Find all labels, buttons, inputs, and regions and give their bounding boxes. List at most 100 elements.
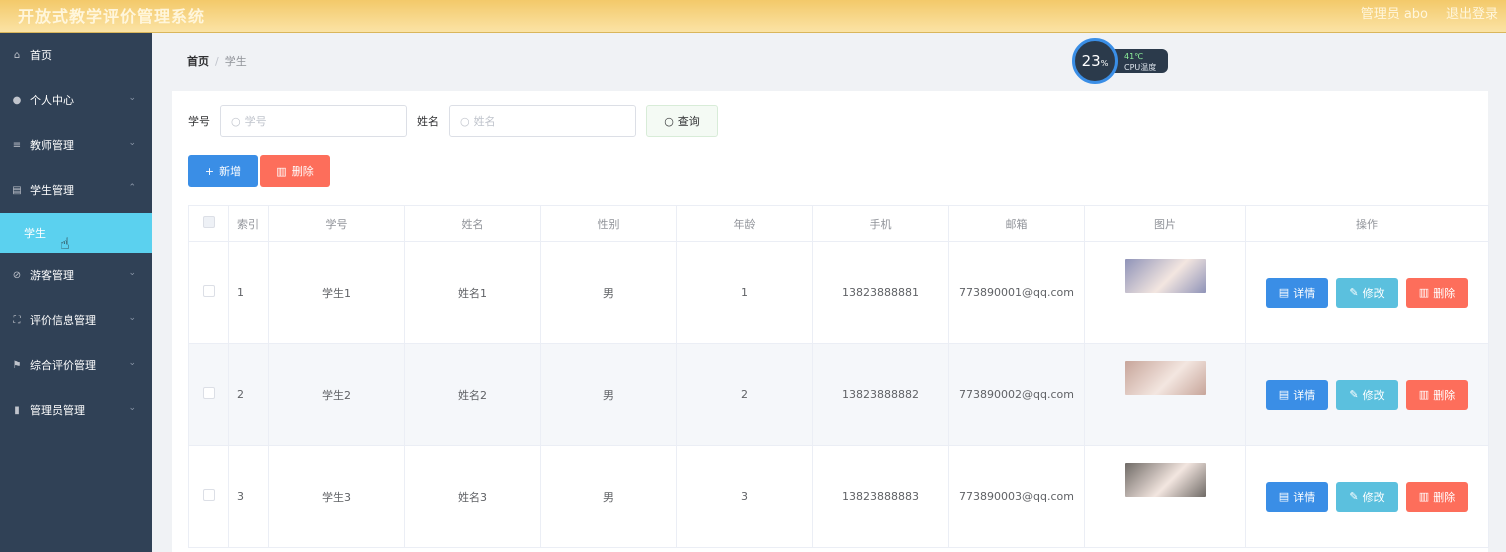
edit-button-label: 修改 [1362, 388, 1385, 402]
cpu-percent: 23 [1081, 52, 1101, 70]
gender-cell: 男 [540, 343, 677, 446]
table-row: 2 学生2 姓名2 男 2 13823888882 773890002@qq.c… [188, 343, 1489, 446]
sidebar-item-student[interactable]: 学生 [0, 213, 152, 253]
sidebar-item-label: 评价信息管理 [30, 314, 96, 327]
document-icon: ▤ [1278, 388, 1290, 401]
app-title: 开放式教学评价管理系统 [18, 7, 206, 26]
edit-button[interactable]: ✎ 修改 [1336, 379, 1398, 410]
column-header: 邮箱 [948, 205, 1085, 242]
photo-cell [1084, 241, 1246, 344]
phone-cell: 13823888883 [812, 445, 949, 548]
actions-cell: ▤ 详情 ✎ 修改 ▥ 删除 [1245, 343, 1489, 446]
index-cell: 1 [228, 241, 269, 344]
student-photo [1124, 462, 1206, 497]
table-header-row: 索引 学号 姓名 性别 年龄 手机 邮箱 图片 操作 [188, 205, 1489, 242]
detail-button[interactable]: ▤ 详情 [1266, 277, 1328, 308]
age-cell: 2 [676, 343, 813, 446]
cpu-widget: 23% 41℃ CPU温度 [1072, 38, 1168, 84]
batch-delete-label: 删除 [291, 165, 314, 178]
edit-button[interactable]: ✎ 修改 [1336, 481, 1398, 512]
sidebar-item-comprehensive-evaluation[interactable]: ⚑ 综合评价管理 ⌄ [0, 345, 152, 385]
admin-name: 管理员 abo [1360, 7, 1428, 22]
cpu-temp: 41℃ [1124, 52, 1144, 61]
index-cell: 3 [228, 445, 269, 548]
chevron-down-icon: ⌄ [128, 138, 136, 148]
add-button[interactable]: + 新增 [188, 155, 258, 187]
sidebar-item-label: 管理员管理 [30, 404, 85, 417]
row-checkbox[interactable] [202, 387, 215, 399]
select-all-checkbox[interactable] [202, 216, 215, 228]
age-cell: 1 [676, 241, 813, 344]
logout-link[interactable]: 退出登录 [1446, 3, 1498, 22]
detail-button[interactable]: ▤ 详情 [1266, 379, 1328, 410]
bar-chart-icon: ▮ [14, 404, 20, 416]
column-header: 操作 [1245, 205, 1489, 242]
row-checkbox[interactable] [202, 489, 215, 501]
column-header: 学号 [268, 205, 405, 242]
flag-icon: ⚑ [12, 359, 22, 371]
student-panel: 学号 ○ 学号 姓名 ○ 姓名 ○ 查询 + 新增 ▥ 删除 索引 学号 姓名 … [172, 91, 1489, 552]
gender-cell: 男 [540, 445, 677, 548]
sidebar-item-evaluation-info[interactable]: ⛶ 评价信息管理 ⌄ [0, 300, 152, 340]
detail-button[interactable]: ▤ 详情 [1266, 481, 1328, 512]
delete-button[interactable]: ▥ 删除 [1406, 379, 1468, 410]
email-cell: 773890001@qq.com [948, 241, 1085, 344]
student-table: 索引 学号 姓名 性别 年龄 手机 邮箱 图片 操作 1 学生1 姓名1 男 1… [188, 205, 1489, 548]
name-placeholder: 姓名 [473, 115, 496, 128]
chevron-down-icon: ⌄ [128, 93, 136, 103]
row-select-cell [188, 343, 229, 446]
student-no-cell: 学生1 [268, 241, 405, 344]
table-row: 1 学生1 姓名1 男 1 13823888881 773890001@qq.c… [188, 241, 1489, 344]
breadcrumb: 首页 / 学生 [187, 53, 247, 69]
query-button[interactable]: ○ 查询 [646, 105, 718, 137]
sidebar-item-personal-center[interactable]: ● 个人中心 ⌄ [0, 80, 152, 120]
pencil-icon: ✎ [1349, 490, 1359, 503]
edit-button[interactable]: ✎ 修改 [1336, 277, 1398, 308]
sidebar-item-teacher-management[interactable]: ≡ 教师管理 ⌄ [0, 125, 152, 165]
trash-icon: ▥ [276, 164, 287, 178]
breadcrumb-home[interactable]: 首页 [187, 55, 209, 68]
search-icon: ○ [664, 114, 674, 128]
sidebar-item-admin-management[interactable]: ▮ 管理员管理 ⌄ [0, 390, 152, 430]
name-cell: 姓名3 [404, 445, 541, 548]
actions-cell: ▤ 详情 ✎ 修改 ▥ 删除 [1245, 445, 1489, 548]
name-input[interactable]: ○ 姓名 [449, 105, 636, 137]
actions-cell: ▤ 详情 ✎ 修改 ▥ 删除 [1245, 241, 1489, 344]
sidebar-item-label: 学生管理 [30, 184, 74, 197]
search-form: 学号 ○ 学号 姓名 ○ 姓名 ○ 查询 [188, 105, 718, 137]
email-cell: 773890003@qq.com [948, 445, 1085, 548]
hand-cursor-icon: ☝ [60, 234, 70, 253]
sidebar-item-student-management[interactable]: ▤ 学生管理 ⌃ [0, 170, 152, 210]
student-no-placeholder: 学号 [244, 115, 267, 128]
student-no-input[interactable]: ○ 学号 [220, 105, 407, 137]
compass-icon: ⊘ [12, 269, 22, 281]
phone-cell: 13823888882 [812, 343, 949, 446]
list-icon: ≡ [12, 139, 22, 151]
batch-delete-button[interactable]: ▥ 删除 [260, 155, 330, 187]
home-icon: ⌂ [13, 49, 21, 61]
select-all-cell [188, 205, 229, 242]
search-icon: ○ [231, 114, 241, 128]
column-header: 年龄 [676, 205, 813, 242]
chevron-down-icon: ⌄ [128, 268, 136, 278]
row-checkbox[interactable] [202, 285, 215, 297]
student-no-cell: 学生2 [268, 343, 405, 446]
trash-icon: ▥ [1418, 388, 1430, 401]
cpu-percent-unit: % [1100, 59, 1109, 68]
sidebar-item-visitor-management[interactable]: ⊘ 游客管理 ⌄ [0, 255, 152, 295]
delete-button[interactable]: ▥ 删除 [1406, 277, 1468, 308]
query-button-label: 查询 [677, 115, 700, 128]
sidebar-item-home[interactable]: ⌂ 首页 [0, 35, 152, 75]
student-no-cell: 学生3 [268, 445, 405, 548]
top-header: 开放式教学评价管理系统 管理员 abo 退出登录 [0, 0, 1506, 33]
delete-button[interactable]: ▥ 删除 [1406, 481, 1468, 512]
cpu-temp-label: CPU温度 [1124, 63, 1157, 72]
sidebar-item-label: 综合评价管理 [30, 359, 96, 372]
detail-button-label: 详情 [1293, 490, 1316, 504]
chevron-up-icon: ⌃ [128, 183, 136, 193]
breadcrumb-separator: / [215, 55, 219, 68]
plus-icon: + [204, 164, 215, 178]
index-cell: 2 [228, 343, 269, 446]
column-header: 索引 [228, 205, 269, 242]
main-content: 首页 / 学生 23% 41℃ CPU温度 学号 ○ 学号 姓名 ○ 姓名 ○ 查询 [152, 33, 1506, 552]
